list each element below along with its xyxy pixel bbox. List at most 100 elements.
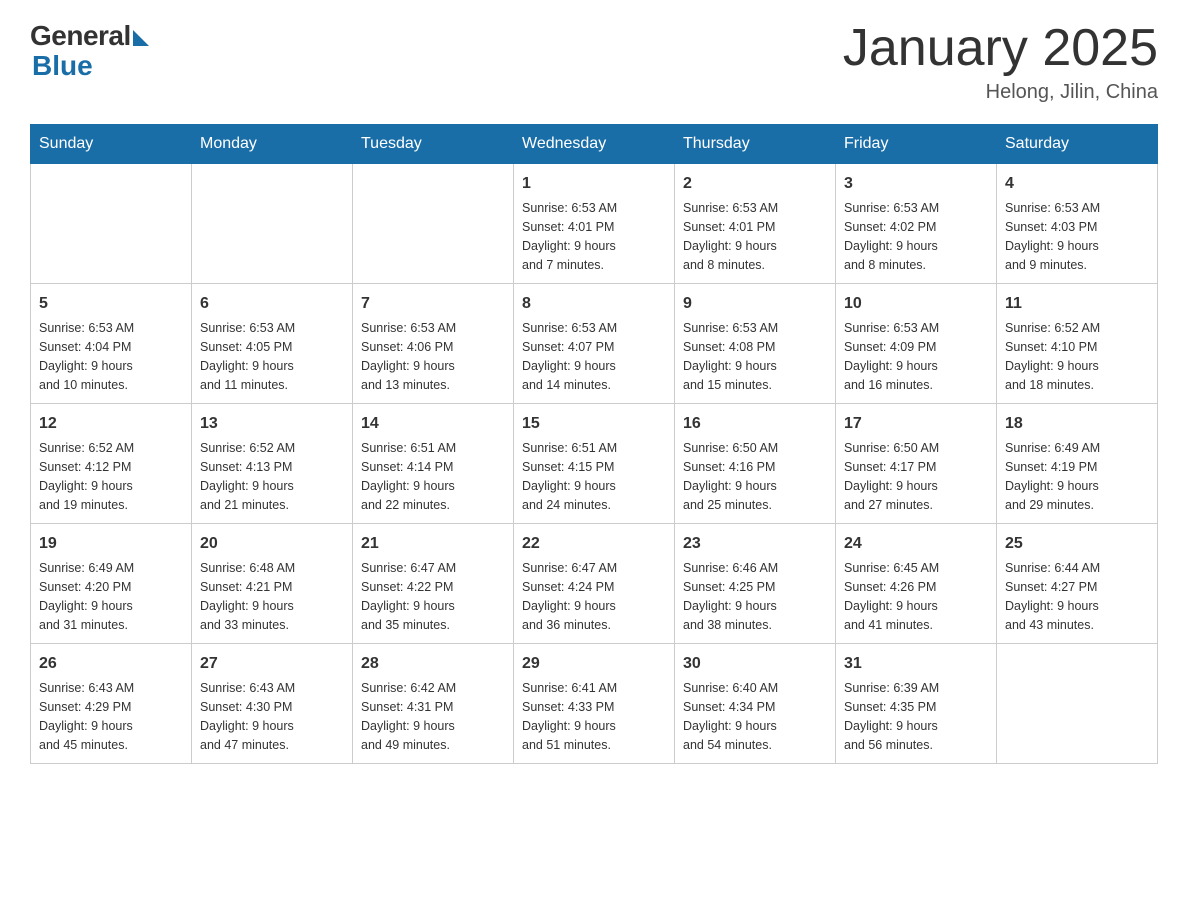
day-info: Sunrise: 6:48 AMSunset: 4:21 PMDaylight:…: [200, 559, 344, 634]
day-info: Sunrise: 6:53 AMSunset: 4:06 PMDaylight:…: [361, 319, 505, 394]
calendar-cell: 1 Sunrise: 6:53 AMSunset: 4:01 PMDaylight…: [514, 164, 675, 284]
day-info: Sunrise: 6:53 AMSunset: 4:03 PMDaylight:…: [1005, 199, 1149, 274]
day-info: Sunrise: 6:53 AMSunset: 4:09 PMDaylight:…: [844, 319, 988, 394]
calendar-cell: [997, 644, 1158, 764]
day-number: 7: [361, 292, 505, 315]
day-info: Sunrise: 6:41 AMSunset: 4:33 PMDaylight:…: [522, 679, 666, 754]
day-info: Sunrise: 6:39 AMSunset: 4:35 PMDaylight:…: [844, 679, 988, 754]
header-cell-saturday: Saturday: [997, 125, 1158, 164]
day-info: Sunrise: 6:51 AMSunset: 4:14 PMDaylight:…: [361, 439, 505, 514]
day-info: Sunrise: 6:49 AMSunset: 4:19 PMDaylight:…: [1005, 439, 1149, 514]
day-info: Sunrise: 6:53 AMSunset: 4:01 PMDaylight:…: [522, 199, 666, 274]
calendar-cell: 15 Sunrise: 6:51 AMSunset: 4:15 PMDayligh…: [514, 404, 675, 524]
calendar-cell: 6 Sunrise: 6:53 AMSunset: 4:05 PMDaylight…: [192, 284, 353, 404]
day-info: Sunrise: 6:47 AMSunset: 4:24 PMDaylight:…: [522, 559, 666, 634]
calendar-cell: 4 Sunrise: 6:53 AMSunset: 4:03 PMDaylight…: [997, 164, 1158, 284]
day-number: 29: [522, 652, 666, 675]
week-row-5: 26Sunrise: 6:43 AMSunset: 4:29 PMDayligh…: [31, 644, 1158, 764]
logo-top: General: [30, 20, 149, 52]
calendar-cell: 3Sunrise: 6:53 AMSunset: 4:02 PMDaylight…: [836, 164, 997, 284]
day-info: Sunrise: 6:50 AMSunset: 4:16 PMDaylight:…: [683, 439, 827, 514]
day-number: 6: [200, 292, 344, 315]
header-cell-thursday: Thursday: [675, 125, 836, 164]
day-info: Sunrise: 6:42 AMSunset: 4:31 PMDaylight:…: [361, 679, 505, 754]
calendar-cell: [192, 164, 353, 284]
day-number: 4: [1005, 172, 1149, 195]
day-info: Sunrise: 6:52 AMSunset: 4:13 PMDaylight:…: [200, 439, 344, 514]
logo-general-text: General: [30, 20, 131, 52]
calendar-cell: 20 Sunrise: 6:48 AMSunset: 4:21 PMDayligh…: [192, 524, 353, 644]
day-info: Sunrise: 6:53 AMSunset: 4:07 PMDaylight:…: [522, 319, 666, 394]
day-info: Sunrise: 6:44 AMSunset: 4:27 PMDaylight:…: [1005, 559, 1149, 634]
header-cell-monday: Monday: [192, 125, 353, 164]
title-area: January 2025 Helong, Jilin, China: [843, 20, 1158, 104]
calendar-cell: 18 Sunrise: 6:49 AMSunset: 4:19 PMDayligh…: [997, 404, 1158, 524]
calendar-cell: 11Sunrise: 6:52 AMSunset: 4:10 PMDayligh…: [997, 284, 1158, 404]
day-info: Sunrise: 6:53 AMSunset: 4:02 PMDaylight:…: [844, 199, 988, 274]
day-number: 22: [522, 532, 666, 555]
day-info: Sunrise: 6:52 AMSunset: 4:12 PMDaylight:…: [39, 439, 183, 514]
day-info: Sunrise: 6:53 AMSunset: 4:05 PMDaylight:…: [200, 319, 344, 394]
calendar-cell: 2 Sunrise: 6:53 AMSunset: 4:01 PMDaylight…: [675, 164, 836, 284]
calendar-cell: 19Sunrise: 6:49 AMSunset: 4:20 PMDayligh…: [31, 524, 192, 644]
day-number: 31: [844, 652, 988, 675]
day-info: Sunrise: 6:52 AMSunset: 4:10 PMDaylight:…: [1005, 319, 1149, 394]
calendar-cell: 28 Sunrise: 6:42 AMSunset: 4:31 PMDayligh…: [353, 644, 514, 764]
calendar-cell: 12 Sunrise: 6:52 AMSunset: 4:12 PMDayligh…: [31, 404, 192, 524]
day-number: 1: [522, 172, 666, 195]
day-number: 10: [844, 292, 988, 315]
day-number: 16: [683, 412, 827, 435]
day-number: 18: [1005, 412, 1149, 435]
week-row-1: 1 Sunrise: 6:53 AMSunset: 4:01 PMDaylight…: [31, 164, 1158, 284]
calendar-cell: 29 Sunrise: 6:41 AMSunset: 4:33 PMDayligh…: [514, 644, 675, 764]
header-cell-wednesday: Wednesday: [514, 125, 675, 164]
day-info: Sunrise: 6:45 AMSunset: 4:26 PMDaylight:…: [844, 559, 988, 634]
day-info: Sunrise: 6:51 AMSunset: 4:15 PMDaylight:…: [522, 439, 666, 514]
calendar-cell: 27Sunrise: 6:43 AMSunset: 4:30 PMDayligh…: [192, 644, 353, 764]
day-number: 25: [1005, 532, 1149, 555]
day-number: 17: [844, 412, 988, 435]
day-number: 8: [522, 292, 666, 315]
header-cell-tuesday: Tuesday: [353, 125, 514, 164]
calendar-cell: 7 Sunrise: 6:53 AMSunset: 4:06 PMDaylight…: [353, 284, 514, 404]
calendar-cell: 30Sunrise: 6:40 AMSunset: 4:34 PMDayligh…: [675, 644, 836, 764]
calendar-cell: 31 Sunrise: 6:39 AMSunset: 4:35 PMDayligh…: [836, 644, 997, 764]
day-number: 2: [683, 172, 827, 195]
calendar-header: SundayMondayTuesdayWednesdayThursdayFrid…: [31, 125, 1158, 164]
day-number: 20: [200, 532, 344, 555]
calendar-title: January 2025: [843, 20, 1158, 77]
day-info: Sunrise: 6:43 AMSunset: 4:30 PMDaylight:…: [200, 679, 344, 754]
calendar-cell: 26Sunrise: 6:43 AMSunset: 4:29 PMDayligh…: [31, 644, 192, 764]
header-cell-sunday: Sunday: [31, 125, 192, 164]
day-number: 19: [39, 532, 183, 555]
calendar-table: SundayMondayTuesdayWednesdayThursdayFrid…: [30, 124, 1158, 764]
day-number: 12: [39, 412, 183, 435]
day-number: 9: [683, 292, 827, 315]
calendar-cell: 24Sunrise: 6:45 AMSunset: 4:26 PMDayligh…: [836, 524, 997, 644]
week-row-2: 5Sunrise: 6:53 AMSunset: 4:04 PMDaylight…: [31, 284, 1158, 404]
calendar-cell: 22 Sunrise: 6:47 AMSunset: 4:24 PMDayligh…: [514, 524, 675, 644]
day-info: Sunrise: 6:53 AMSunset: 4:01 PMDaylight:…: [683, 199, 827, 274]
header-row: SundayMondayTuesdayWednesdayThursdayFrid…: [31, 125, 1158, 164]
day-info: Sunrise: 6:53 AMSunset: 4:04 PMDaylight:…: [39, 319, 183, 394]
day-info: Sunrise: 6:50 AMSunset: 4:17 PMDaylight:…: [844, 439, 988, 514]
day-info: Sunrise: 6:40 AMSunset: 4:34 PMDaylight:…: [683, 679, 827, 754]
calendar-cell: 23Sunrise: 6:46 AMSunset: 4:25 PMDayligh…: [675, 524, 836, 644]
day-info: Sunrise: 6:43 AMSunset: 4:29 PMDaylight:…: [39, 679, 183, 754]
day-info: Sunrise: 6:47 AMSunset: 4:22 PMDaylight:…: [361, 559, 505, 634]
calendar-cell: 25 Sunrise: 6:44 AMSunset: 4:27 PMDayligh…: [997, 524, 1158, 644]
day-number: 28: [361, 652, 505, 675]
calendar-cell: 17 Sunrise: 6:50 AMSunset: 4:17 PMDayligh…: [836, 404, 997, 524]
calendar-cell: 14 Sunrise: 6:51 AMSunset: 4:14 PMDayligh…: [353, 404, 514, 524]
day-number: 23: [683, 532, 827, 555]
day-number: 15: [522, 412, 666, 435]
calendar-cell: [353, 164, 514, 284]
day-number: 21: [361, 532, 505, 555]
calendar-subtitle: Helong, Jilin, China: [843, 81, 1158, 104]
day-number: 14: [361, 412, 505, 435]
page-header: General Blue January 2025 Helong, Jilin,…: [30, 20, 1158, 104]
logo-arrow-icon: [133, 30, 149, 46]
day-number: 13: [200, 412, 344, 435]
calendar-cell: 13 Sunrise: 6:52 AMSunset: 4:13 PMDayligh…: [192, 404, 353, 524]
logo-blue-text: Blue: [32, 50, 93, 82]
